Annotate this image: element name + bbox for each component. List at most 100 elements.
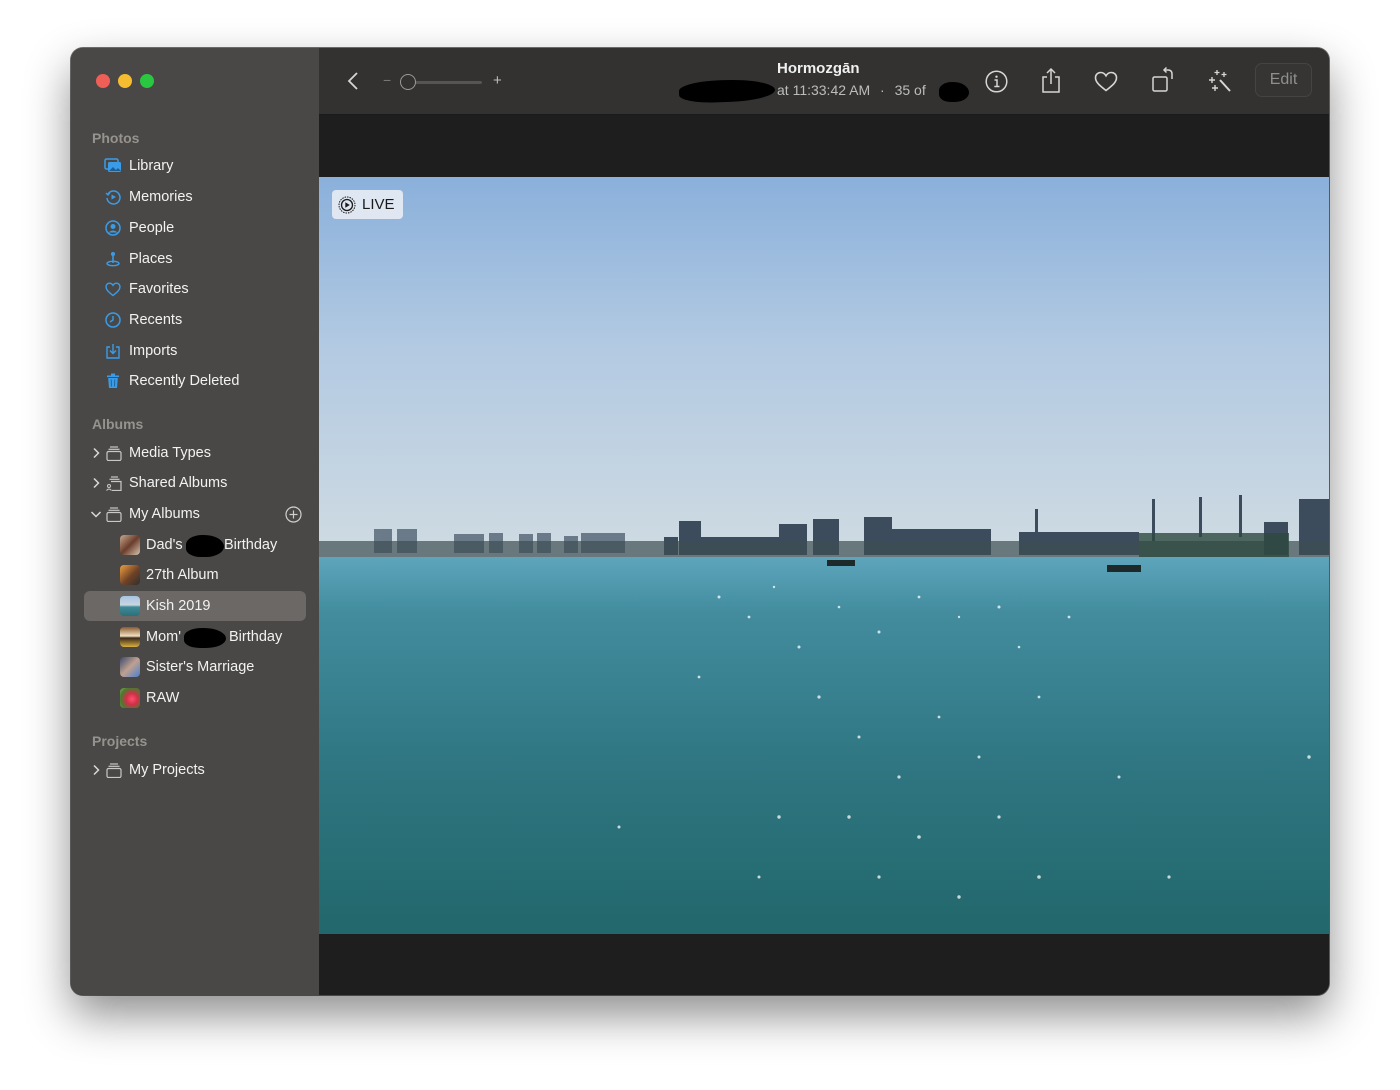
close-button[interactable] [96, 74, 110, 88]
sidebar-item-favorites[interactable]: Favorites [84, 274, 306, 304]
photos-window: Photos Library Memories People Places Fa… [71, 48, 1329, 995]
zoom-track[interactable] [408, 81, 482, 84]
photo-scene [319, 177, 1329, 934]
redaction-mark [184, 628, 226, 648]
window-controls [96, 74, 154, 88]
photo-image[interactable]: LIVE [319, 177, 1329, 934]
album-item-kish-2019[interactable]: Kish 2019 [84, 591, 306, 621]
memories-icon [104, 188, 122, 206]
sidebar-item-label: Places [129, 251, 173, 267]
people-icon [104, 219, 122, 237]
live-photo-icon [338, 196, 356, 214]
album-item-sisters-marriage[interactable]: Sister's Marriage [84, 652, 306, 682]
chevron-right-icon[interactable] [90, 476, 102, 490]
minimize-button[interactable] [118, 74, 132, 88]
edit-button[interactable]: Edit [1255, 63, 1312, 97]
photo-time: at 11:33:42 AM [777, 82, 871, 98]
library-icon [104, 157, 122, 175]
heart-icon [104, 280, 122, 298]
album-stack-icon [106, 507, 122, 522]
share-button[interactable] [1040, 66, 1062, 94]
photo-subtitle: at 11:33:42 AM · 35 of [777, 82, 926, 98]
boat [827, 560, 855, 566]
chevron-down-icon[interactable] [90, 507, 102, 521]
album-label-end: Birthday [229, 629, 283, 645]
sidebar-item-label: Media Types [129, 445, 211, 461]
fullscreen-button[interactable] [140, 74, 154, 88]
album-thumbnail [120, 565, 140, 585]
album-item-moms-birthday[interactable]: Mom' Birthday [84, 622, 306, 652]
boat [1107, 565, 1141, 572]
toolbar: − + Hormozgān at 11:33:42 AM · 35 of Edi… [319, 48, 1329, 115]
back-button[interactable] [343, 70, 363, 92]
sidebar-group-my-projects[interactable]: My Projects [84, 755, 306, 785]
sidebar-item-label: Library [129, 158, 174, 174]
section-label-albums: Albums [92, 416, 144, 432]
sidebar-item-memories[interactable]: Memories [84, 182, 306, 212]
sidebar-item-label: Recently Deleted [129, 373, 240, 389]
album-label: Sister's Marriage [146, 659, 255, 675]
zoom-slider[interactable]: − + [383, 72, 503, 92]
album-label-start: Dad's [146, 537, 183, 553]
album-thumbnail [120, 596, 140, 616]
sidebar-item-label: Recents [129, 312, 183, 328]
import-icon [104, 342, 122, 360]
auto-enhance-button[interactable] [1207, 68, 1233, 94]
sidebar-item-library[interactable]: Library [84, 151, 306, 181]
sidebar-item-label: People [129, 220, 175, 236]
sidebar-item-imports[interactable]: Imports [84, 336, 306, 366]
chevron-right-icon[interactable] [90, 446, 102, 460]
sidebar-item-recently-deleted[interactable]: Recently Deleted [84, 366, 306, 396]
section-label-photos: Photos [92, 130, 140, 146]
album-thumbnail [120, 688, 140, 708]
redaction-mark [939, 82, 969, 102]
sidebar-group-my-albums[interactable]: My Albums [84, 499, 306, 529]
photo-title: Hormozgān [777, 60, 860, 77]
sidebar-item-places[interactable]: Places [84, 244, 306, 274]
album-stack-icon [106, 763, 122, 778]
album-item-dads-birthday[interactable]: Dad's Birthday [84, 530, 306, 560]
album-thumbnail [120, 627, 140, 647]
album-item-27th-album[interactable]: 27th Album [84, 560, 306, 590]
sidebar-item-label: Imports [129, 343, 178, 359]
album-label-end: Birthday [224, 537, 278, 553]
album-stack-icon [106, 446, 122, 461]
album-item-raw[interactable]: RAW [84, 683, 306, 713]
zoom-in-icon[interactable]: + [493, 72, 502, 89]
album-thumbnail [120, 657, 140, 677]
sidebar: Photos Library Memories People Places Fa… [71, 48, 320, 995]
photo-position: 35 of [894, 82, 926, 98]
album-label: Kish 2019 [146, 598, 211, 614]
redaction-mark [186, 535, 224, 557]
info-button[interactable] [984, 69, 1008, 93]
section-label-projects: Projects [92, 733, 148, 749]
favorite-button[interactable] [1094, 69, 1118, 93]
chevron-right-icon[interactable] [90, 763, 102, 777]
subtitle-separator: · [880, 82, 885, 98]
zoom-out-icon[interactable]: − [383, 72, 391, 88]
add-album-icon[interactable] [285, 505, 302, 523]
sidebar-item-label: Favorites [129, 281, 189, 297]
sidebar-item-recents[interactable]: Recents [84, 305, 306, 335]
sidebar-item-people[interactable]: People [84, 213, 306, 243]
sidebar-item-label: Shared Albums [129, 475, 228, 491]
sidebar-item-label: Memories [129, 189, 193, 205]
album-label: RAW [146, 690, 180, 706]
sidebar-group-media-types[interactable]: Media Types [84, 438, 306, 468]
places-icon [104, 250, 122, 268]
photo-viewer: LIVE [319, 115, 1329, 995]
shared-album-icon [106, 476, 122, 491]
rotate-button[interactable] [1150, 66, 1176, 94]
clock-icon [104, 311, 122, 329]
redaction-mark [678, 78, 776, 104]
sidebar-group-shared-albums[interactable]: Shared Albums [84, 468, 306, 498]
live-photo-badge[interactable]: LIVE [332, 190, 403, 219]
album-thumbnail [120, 535, 140, 555]
sidebar-item-label: My Albums [129, 506, 200, 522]
live-label: LIVE [362, 196, 395, 213]
album-label-start: Mom' [146, 629, 181, 645]
trash-icon [104, 372, 122, 390]
zoom-knob[interactable] [400, 74, 416, 90]
sidebar-item-label: My Projects [129, 762, 205, 778]
album-label: 27th Album [146, 567, 219, 583]
